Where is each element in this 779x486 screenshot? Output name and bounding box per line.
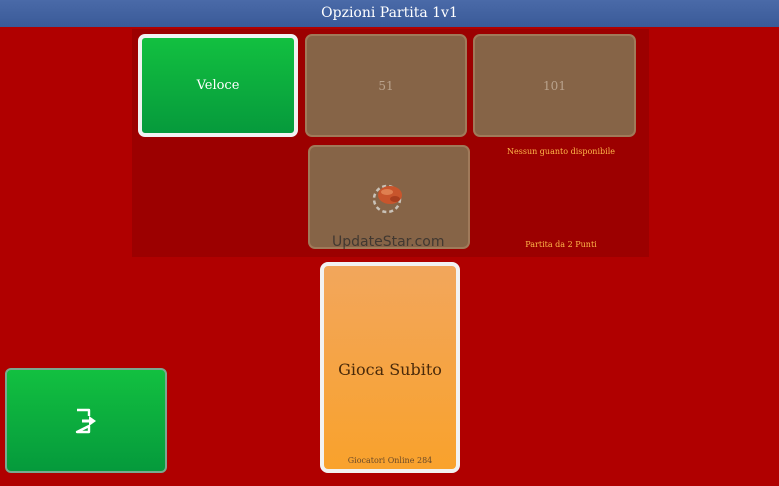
mode-101-label: 101 bbox=[543, 78, 566, 93]
mode-veloce-button[interactable]: Veloce bbox=[138, 34, 298, 137]
watermark: UpdateStar.com bbox=[332, 234, 445, 250]
page-title: Opzioni Partita 1v1 bbox=[0, 0, 779, 27]
mode-101-button[interactable]: 101 bbox=[473, 34, 636, 137]
points-note: Partita da 2 Punti bbox=[525, 240, 597, 249]
exit-button[interactable] bbox=[5, 368, 167, 473]
mode-veloce-label: Veloce bbox=[196, 78, 240, 93]
exit-icon bbox=[75, 408, 96, 433]
online-players: Giocatori Online 284 bbox=[347, 456, 433, 465]
glove-icon bbox=[372, 184, 402, 214]
glove-note: Nessun guanto disponibile bbox=[507, 147, 615, 156]
play-now-label: Gioca Subito bbox=[338, 360, 442, 379]
mode-51-button[interactable]: 51 bbox=[305, 34, 467, 137]
mode-51-label: 51 bbox=[378, 78, 394, 93]
play-now-button[interactable]: Gioca Subito Giocatori Online 284 bbox=[320, 262, 460, 473]
